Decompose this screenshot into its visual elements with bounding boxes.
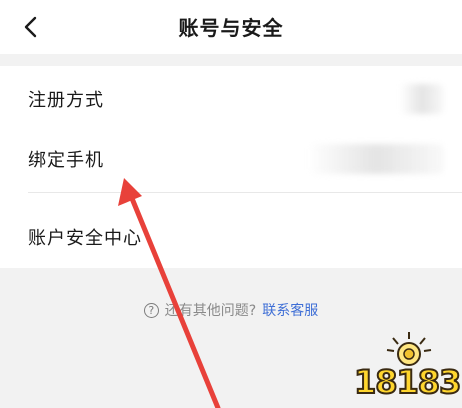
section-gap (0, 54, 462, 66)
list-item-label: 注册方式 (28, 90, 104, 111)
list-item-value-blurred (308, 144, 444, 174)
list-divider (28, 192, 462, 193)
list-item-label: 绑定手机 (28, 150, 104, 171)
page-title: 账号与安全 (178, 16, 284, 40)
account-security-page: 账号与安全 注册方式 绑定手机 账户安全中心 ? 还有其他问题? 联系客服 18… (0, 0, 462, 408)
site-watermark: 18183 (352, 330, 462, 406)
list-item-bind-phone[interactable]: 绑定手机 (0, 128, 462, 190)
help-line: ? 还有其他问题? 联系客服 (0, 300, 462, 320)
list-item-value-blurred (400, 84, 444, 114)
list-item-registration-method[interactable]: 注册方式 (0, 68, 462, 130)
list-item-label: 账户安全中心 (28, 228, 142, 249)
list-item-account-security-center[interactable]: 账户安全中心 (0, 206, 462, 268)
settings-list: 注册方式 绑定手机 账户安全中心 (0, 66, 462, 268)
question-circle-icon: ? (143, 302, 159, 318)
header-bar: 账号与安全 (0, 0, 462, 54)
contact-support-link[interactable]: 联系客服 (262, 300, 318, 320)
help-question: 还有其他问题? (164, 303, 257, 319)
watermark-text: 18183 (353, 362, 462, 402)
